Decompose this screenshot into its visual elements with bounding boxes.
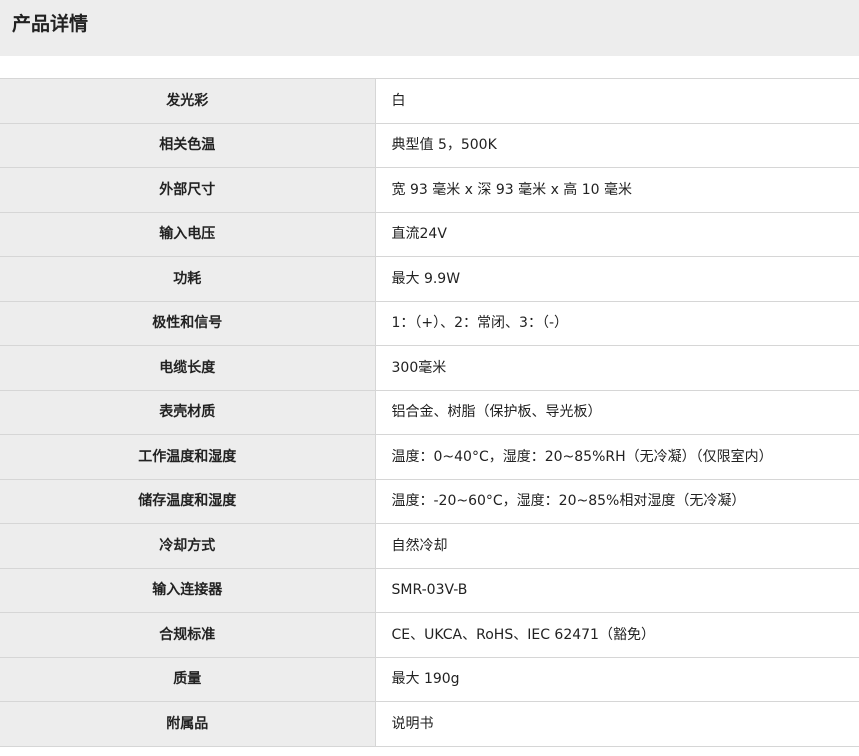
spec-value: 铝合金、树脂（保护板、导光板） [375,389,859,435]
spec-label: 质量 [0,656,376,702]
spec-label: 发光彩 [0,78,376,123]
spec-label: 输入电压 [0,211,376,257]
spec-value: 1：（+）、2：常闭、3：（-） [375,300,859,346]
spec-value: 最大 190g [375,656,859,702]
spec-value: 典型值 5，500K [375,122,859,168]
spec-value: 温度：-20~60°C，湿度：20~85%相对湿度（无冷凝） [375,478,859,524]
spec-label: 合规标准 [0,612,376,657]
spec-value: 最大 9.9W [375,256,859,301]
spec-label: 工作温度和湿度 [0,434,376,479]
spec-value: CE、UKCA、RoHS、IEC 62471（豁免） [375,612,859,657]
spec-label: 附属品 [0,701,376,747]
spec-value: 直流24V [375,211,859,257]
spec-label: 功耗 [0,256,376,301]
spec-value: 白 [375,78,859,123]
table-row: 电缆长度 300毫米 [0,345,859,390]
spec-label: 输入连接器 [0,567,376,613]
spec-value: 宽 93 毫米 x 深 93 毫米 x 高 10 毫米 [375,167,859,212]
table-row: 输入电压 直流24V [0,211,859,257]
spec-label: 外部尺寸 [0,167,376,212]
spec-value: 自然冷却 [375,523,859,568]
spec-value: 温度：0~40°C，湿度：20~85%RH（无冷凝）（仅限室内） [375,434,859,479]
spec-label: 极性和信号 [0,300,376,346]
spec-value: 说明书 [375,701,859,747]
table-row: 储存温度和湿度 温度：-20~60°C，湿度：20~85%相对湿度（无冷凝） [0,478,859,524]
table-row: 附属品 说明书 [0,701,859,747]
table-row: 冷却方式 自然冷却 [0,523,859,568]
table-row: 合规标准 CE、UKCA、RoHS、IEC 62471（豁免） [0,612,859,657]
table-row: 质量 最大 190g [0,656,859,702]
table-row: 功耗 最大 9.9W [0,256,859,301]
table-row: 极性和信号 1：（+）、2：常闭、3：（-） [0,300,859,346]
spec-label: 电缆长度 [0,345,376,390]
product-details-header: 产品详情 [0,0,859,56]
spec-value: SMR-03V-B [375,567,859,613]
table-row: 输入连接器 SMR-03V-B [0,567,859,613]
table-row: 相关色温 典型值 5，500K [0,122,859,168]
table-row: 表壳材质 铝合金、树脂（保护板、导光板） [0,389,859,435]
spec-table: 发光彩 白 相关色温 典型值 5，500K 外部尺寸 宽 93 毫米 x 深 9… [0,78,859,747]
table-row: 外部尺寸 宽 93 毫米 x 深 93 毫米 x 高 10 毫米 [0,167,859,212]
table-row: 工作温度和湿度 温度：0~40°C，湿度：20~85%RH（无冷凝）（仅限室内） [0,434,859,479]
spec-label: 储存温度和湿度 [0,478,376,524]
spec-label: 相关色温 [0,122,376,168]
spec-label: 冷却方式 [0,523,376,568]
page-title: 产品详情 [12,13,89,35]
table-row: 发光彩 白 [0,78,859,123]
spec-label: 表壳材质 [0,389,376,435]
spec-value: 300毫米 [375,345,859,390]
